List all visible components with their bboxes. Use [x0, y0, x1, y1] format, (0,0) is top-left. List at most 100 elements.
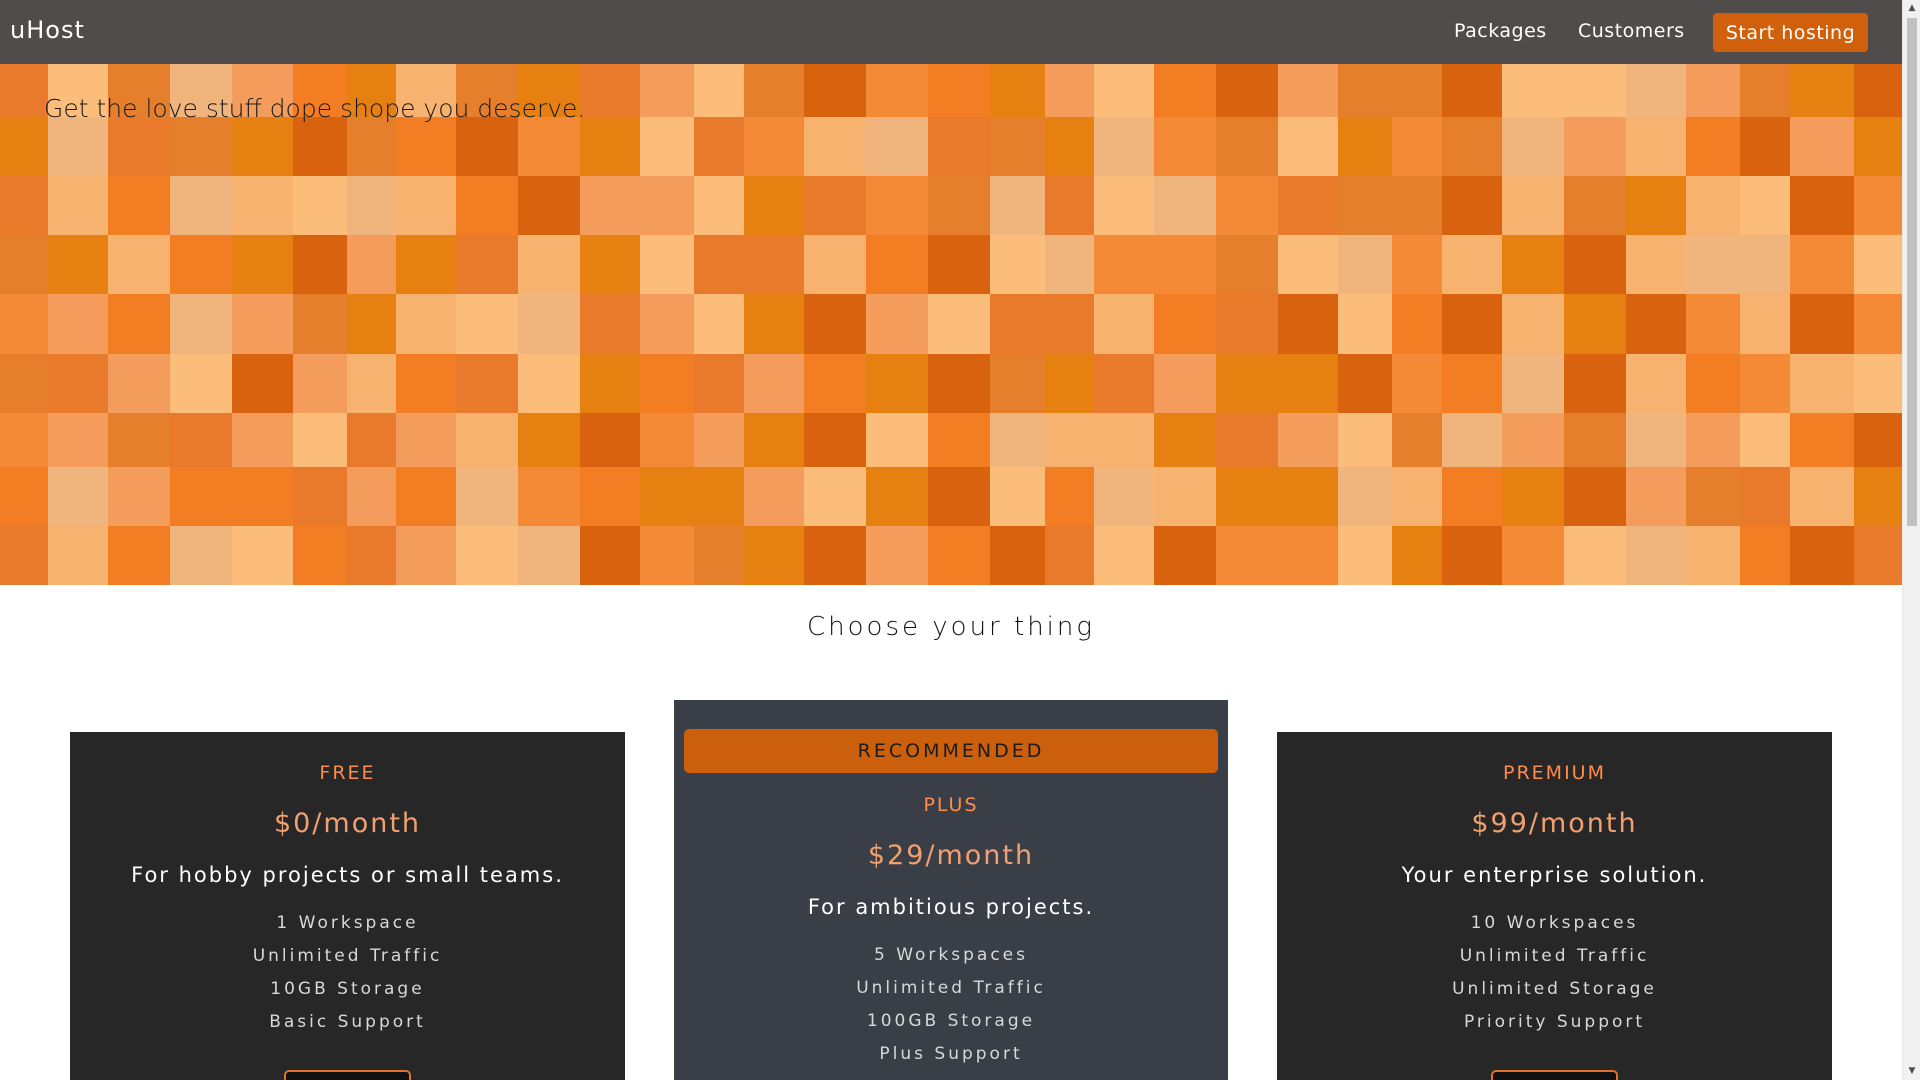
- mosaic-tile: [866, 64, 928, 117]
- mosaic-tile: [396, 467, 456, 526]
- mosaic-tile: [804, 467, 866, 526]
- mosaic-tile: [580, 413, 640, 467]
- mosaic-tile: [1154, 235, 1216, 294]
- mosaic-tile: [1216, 294, 1278, 354]
- mosaic-tile: [0, 235, 48, 294]
- mosaic-tile: [694, 64, 744, 117]
- mosaic-tile: [170, 354, 232, 413]
- mosaic-tile: [1278, 64, 1338, 117]
- plan-feature-list: 10 Workspaces Unlimited Traffic Unlimite…: [1277, 907, 1832, 1039]
- mosaic-tile: [170, 117, 232, 176]
- mosaic-tile: [866, 413, 928, 467]
- mosaic-tile: [170, 413, 232, 467]
- plan-feature-list: 5 Workspaces Unlimited Traffic 100GB Sto…: [674, 939, 1228, 1071]
- mosaic-tile: [1216, 64, 1278, 117]
- mosaic-tile: [456, 467, 518, 526]
- mosaic-tile: [1740, 467, 1790, 526]
- mosaic-tile: [170, 235, 232, 294]
- plan-price: $99/month: [1471, 808, 1638, 839]
- mosaic-tile: [1790, 176, 1854, 235]
- mosaic-tile: [48, 467, 108, 526]
- mosaic-tile: [1790, 467, 1854, 526]
- plan-feature: Unlimited Traffic: [252, 946, 443, 966]
- mosaic-tile: [456, 176, 518, 235]
- mosaic-tile: [1790, 117, 1854, 176]
- mosaic-tile: [990, 235, 1045, 294]
- mosaic-tile: [1094, 413, 1154, 467]
- mosaic-tile: [347, 235, 396, 294]
- mosaic-tile: [744, 235, 804, 294]
- nav-link-customers[interactable]: Customers: [1578, 20, 1685, 42]
- choose-plan-button-free[interactable]: [284, 1070, 411, 1080]
- mosaic-tile: [990, 294, 1045, 354]
- mosaic-tile: [347, 176, 396, 235]
- start-hosting-button[interactable]: Start hosting: [1713, 13, 1868, 52]
- mosaic-tile: [928, 354, 990, 413]
- mosaic-tile: [1278, 467, 1338, 526]
- mosaic-tile: [866, 526, 928, 585]
- mosaic-tile: [1392, 117, 1442, 176]
- vertical-scrollbar[interactable]: ▲ ▼: [1902, 0, 1920, 1080]
- choose-plan-button-premium[interactable]: [1491, 1070, 1618, 1080]
- mosaic-tile: [990, 176, 1045, 235]
- mosaic-tile: [396, 413, 456, 467]
- mosaic-tile: [518, 176, 580, 235]
- mosaic-tile: [48, 354, 108, 413]
- plan-feature: Plus Support: [879, 1044, 1023, 1064]
- brand-logo[interactable]: uHost: [10, 16, 85, 44]
- mosaic-tile: [170, 176, 232, 235]
- mosaic-tile: [1442, 354, 1502, 413]
- mosaic-tile: [1216, 354, 1278, 413]
- mosaic-tile: [1854, 413, 1902, 467]
- mosaic-tile: [990, 526, 1045, 585]
- mosaic-tile: [580, 176, 640, 235]
- mosaic-tile: [1338, 354, 1392, 413]
- mosaic-tile: [1094, 294, 1154, 354]
- plan-description: Your enterprise solution.: [1401, 863, 1708, 887]
- mosaic-tile: [1338, 467, 1392, 526]
- top-navbar: uHost Packages Customers Start hosting: [0, 0, 1902, 64]
- mosaic-tile: [1686, 64, 1740, 117]
- mosaic-tile: [1502, 413, 1564, 467]
- nav-link-packages[interactable]: Packages: [1454, 20, 1547, 42]
- mosaic-tile: [48, 235, 108, 294]
- mosaic-tile: [1740, 526, 1790, 585]
- mosaic-tile: [804, 526, 866, 585]
- triangle-down-icon[interactable]: ▼: [1903, 1063, 1920, 1080]
- mosaic-tile: [1154, 526, 1216, 585]
- mosaic-tile: [1045, 176, 1094, 235]
- mosaic-tile: [990, 117, 1045, 176]
- mosaic-tile: [1564, 526, 1626, 585]
- mosaic-tile: [108, 117, 170, 176]
- mosaic-tile: [1154, 413, 1216, 467]
- mosaic-tile: [1626, 413, 1686, 467]
- scrollbar-thumb[interactable]: [1907, 18, 1917, 526]
- mosaic-tile: [1392, 467, 1442, 526]
- mosaic-tile: [293, 235, 347, 294]
- mosaic-tile: [1154, 467, 1216, 526]
- plan-feature: 100GB Storage: [866, 1011, 1036, 1031]
- triangle-up-icon[interactable]: ▲: [1903, 0, 1920, 17]
- mosaic-tile: [744, 467, 804, 526]
- mosaic-tile: [293, 354, 347, 413]
- mosaic-tile: [694, 117, 744, 176]
- mosaic-tile: [1045, 526, 1094, 585]
- mosaic-tile: [804, 117, 866, 176]
- mosaic-tile: [232, 235, 293, 294]
- mosaic-tile: [1094, 235, 1154, 294]
- mosaic-tile: [456, 235, 518, 294]
- plan-feature: Unlimited Traffic: [856, 978, 1046, 998]
- mosaic-tile: [1790, 526, 1854, 585]
- mosaic-tile: [1216, 117, 1278, 176]
- hero-tagline: Get the love stuff dope shope you deserv…: [44, 94, 586, 123]
- mosaic-tile: [108, 467, 170, 526]
- mosaic-tile: [518, 413, 580, 467]
- mosaic-tile: [640, 235, 694, 294]
- mosaic-tile: [0, 354, 48, 413]
- mosaic-tile: [990, 354, 1045, 413]
- mosaic-tile: [48, 294, 108, 354]
- mosaic-tile: [1045, 117, 1094, 176]
- plan-feature-list: 1 Workspace Unlimited Traffic 10GB Stora…: [70, 907, 625, 1039]
- mosaic-tile: [1790, 64, 1854, 117]
- mosaic-tile: [928, 117, 990, 176]
